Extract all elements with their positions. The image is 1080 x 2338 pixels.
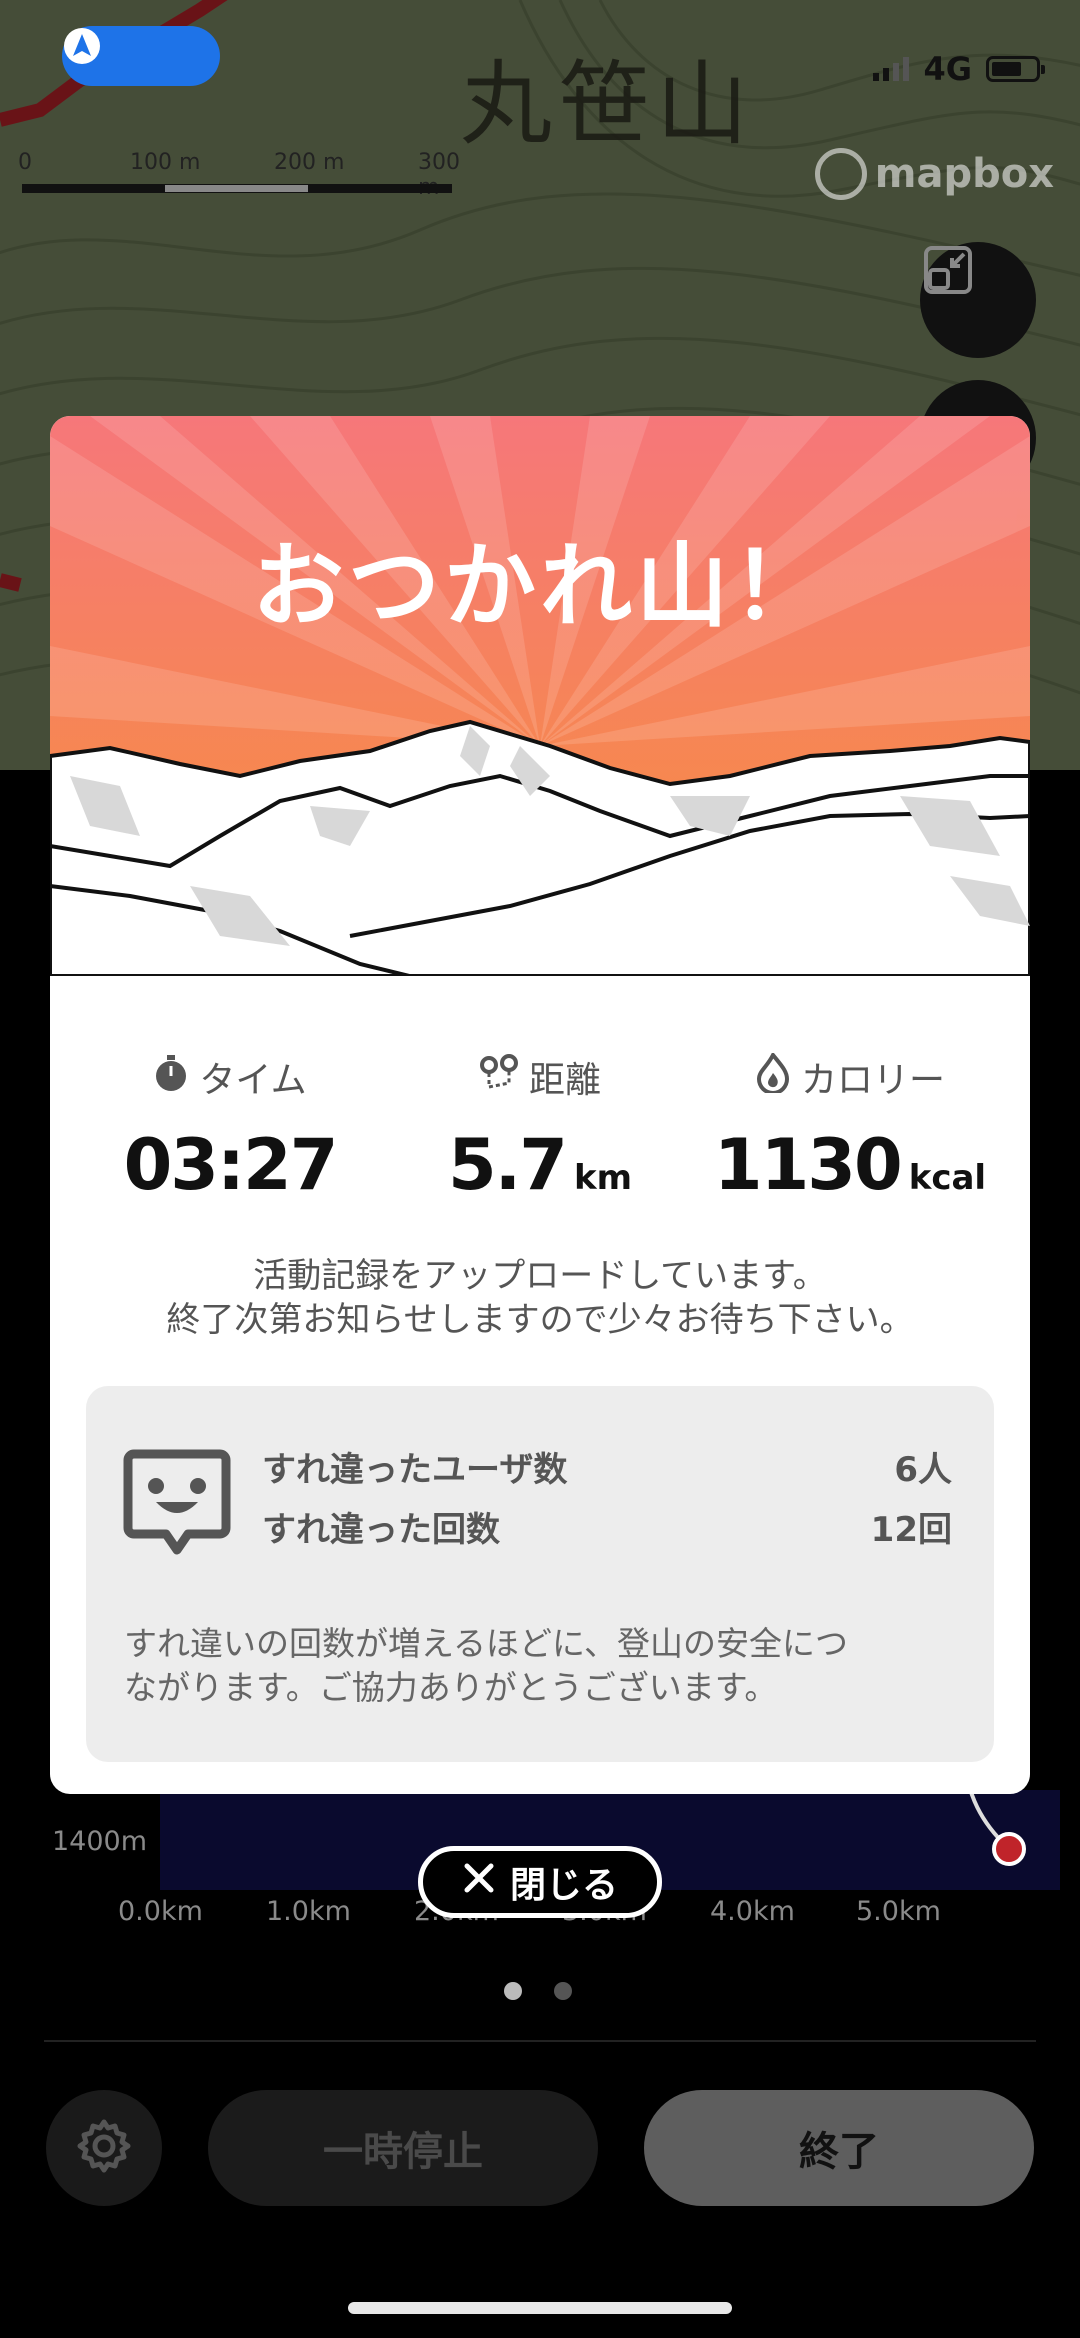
network-type: 4G <box>923 50 972 88</box>
encounter-users-label: すれ違ったユーザ数 <box>262 1450 568 1490</box>
dialog-title: おつかれ山！ <box>251 533 828 640</box>
scale-label: 100 m <box>130 150 201 175</box>
panel-divider <box>44 2040 1036 2042</box>
page-dot-active[interactable] <box>504 1982 522 2000</box>
stat-distance-unit: km <box>573 1158 633 1198</box>
encounter-users-row: すれ違ったユーザ数 6人 <box>262 1442 952 1491</box>
upload-message-line: 活動記録をアップロードしています。 <box>253 1256 827 1296</box>
encounter-note-line: すれ違いの回数が増えるほどに、登山の安全につ <box>124 1624 849 1663</box>
close-dialog-button[interactable]: 閉じる <box>418 1846 662 1918</box>
stat-time-value: 03:27 <box>123 1124 339 1206</box>
current-position-marker <box>992 1832 1026 1866</box>
stat-time-label: タイム <box>199 1060 307 1101</box>
gear-icon <box>74 2116 134 2180</box>
page-indicator[interactable] <box>504 1982 572 2000</box>
chart-x-tick: 4.0km <box>710 1896 795 1927</box>
mapbox-logo-icon <box>814 148 867 200</box>
mountain-illustration <box>50 416 1030 976</box>
scale-label: 0 <box>18 150 32 175</box>
status-bar-right: 4G <box>873 50 1045 88</box>
page-dot[interactable] <box>554 1982 572 2000</box>
stat-distance: 距離 5.7 km <box>390 1052 690 1206</box>
upload-status-message: 活動記録をアップロードしています。 終了次第お知らせしますので少々お待ち下さい。 <box>50 1254 1030 1342</box>
map-scale-bar: 0 100 m 200 m 300 m <box>18 150 460 210</box>
route-pin-icon <box>479 1053 519 1102</box>
stat-calories: カロリー 1130 kcal <box>700 1050 1000 1206</box>
stat-calories-label: カロリー <box>800 1060 945 1101</box>
encounter-users-value: 6人 <box>894 1450 952 1490</box>
fit-route-button[interactable] <box>920 242 1036 358</box>
encounter-face-icon <box>122 1446 232 1560</box>
navigation-mode-button[interactable] <box>62 26 220 86</box>
flame-icon <box>755 1050 791 1102</box>
encounter-summary: すれ違ったユーザ数 6人 すれ違った回数 12回 すれ違いの回数が増えるほどに、… <box>86 1386 994 1762</box>
encounter-count-label: すれ違った回数 <box>262 1510 500 1550</box>
encounter-count-row: すれ違った回数 12回 <box>262 1502 952 1551</box>
home-indicator[interactable] <box>348 2302 732 2314</box>
chart-x-tick: 0.0km <box>118 1896 203 1927</box>
summit-complete-dialog: おつかれ山！ タイム 03:27 距離 5.7 km カロリー 1130 kca… <box>50 416 1030 1794</box>
encounter-note: すれ違いの回数が増えるほどに、登山の安全につ ながります。ご協力ありがとうござい… <box>124 1622 964 1710</box>
chart-x-tick: 1.0km <box>266 1896 351 1927</box>
mapbox-wordmark: mapbox <box>874 151 1054 197</box>
stat-distance-label: 距離 <box>528 1060 601 1101</box>
settings-button[interactable] <box>46 2090 162 2206</box>
pause-button[interactable]: 一時停止 <box>208 2090 598 2206</box>
mapbox-attribution[interactable]: mapbox <box>814 148 1054 200</box>
chart-x-tick: 5.0km <box>856 1896 941 1927</box>
encounter-count-value: 12回 <box>870 1510 952 1550</box>
end-activity-button[interactable]: 終了 <box>644 2090 1034 2206</box>
stat-calories-value: 1130 <box>713 1124 903 1206</box>
battery-icon <box>986 56 1045 82</box>
cellular-signal-icon <box>873 57 910 81</box>
scale-label: 200 m <box>274 150 345 175</box>
elevation-axis-label: 1400m <box>52 1826 148 1857</box>
upload-message-line: 終了次第お知らせしますので少々お待ち下さい。 <box>166 1300 914 1340</box>
close-button-label: 閉じる <box>509 1865 618 1906</box>
stat-time: タイム 03:27 <box>80 1052 380 1206</box>
stopwatch-icon <box>153 1053 189 1102</box>
stat-distance-value: 5.7 <box>447 1124 568 1206</box>
close-icon <box>462 1861 496 1904</box>
stat-calories-unit: kcal <box>908 1158 987 1198</box>
encounter-note-line: ながります。ご協力ありがとうございます。 <box>124 1668 778 1707</box>
